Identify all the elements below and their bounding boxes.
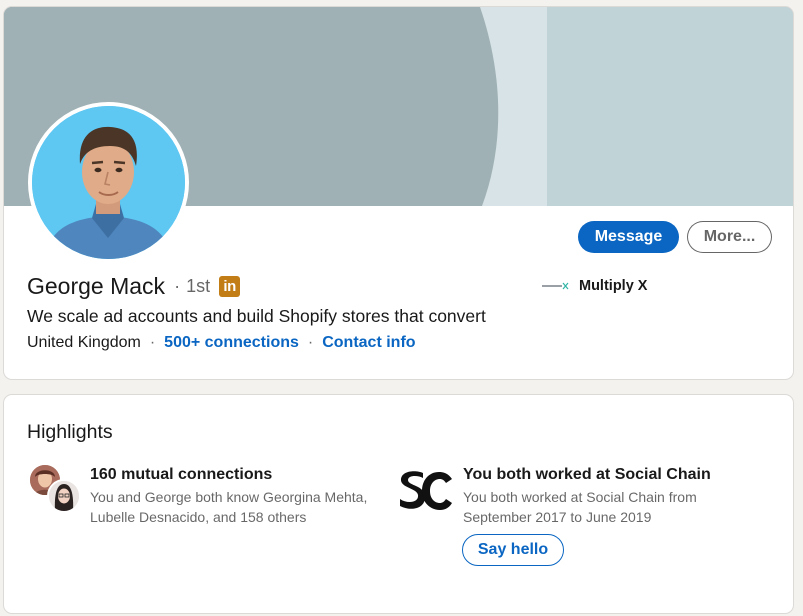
profile-name: George Mack: [27, 272, 166, 299]
linkedin-premium-icon: in: [219, 275, 241, 297]
company-logo: [541, 279, 569, 293]
profile-meta: United Kingdom · 500+ connections · Cont…: [27, 334, 416, 352]
message-button[interactable]: Message: [578, 221, 679, 253]
highlights-card: Highlights 160 mutual connections You an…: [3, 394, 794, 614]
contact-info-link[interactable]: Contact info: [322, 334, 415, 352]
name-separator: ·: [174, 275, 181, 296]
mutual-avatars[interactable]: [28, 463, 84, 515]
highlights-title: Highlights: [27, 421, 113, 443]
profile-card: Message More... George Mack · 1st in We …: [3, 6, 794, 380]
multiply-x-logo: [542, 282, 569, 290]
connections-link[interactable]: 500+ connections: [164, 334, 299, 352]
profile-headline: We scale ad accounts and build Shopify s…: [27, 306, 486, 326]
meta-separator: ·: [149, 334, 156, 351]
avatar: [47, 479, 81, 513]
social-chain-icon: [400, 471, 452, 510]
social-chain-logo: [397, 469, 455, 513]
mutual-connections-text: You and George both know Georgina Mehta,…: [90, 489, 368, 525]
connection-degree: 1st: [186, 275, 211, 296]
mutual-connections-title[interactable]: 160 mutual connections: [90, 466, 272, 484]
company-name: Multiply X: [579, 278, 648, 294]
shared-workplace-title[interactable]: You both worked at Social Chain: [463, 466, 711, 484]
profile-avatar[interactable]: [28, 102, 189, 263]
meta-separator: ·: [307, 334, 314, 351]
profile-location: United Kingdom: [27, 334, 141, 351]
more-button[interactable]: More...: [687, 221, 772, 253]
mutual-avatar-2: [49, 481, 79, 511]
shared-workplace-text: You both worked at Social Chain from Sep…: [463, 489, 697, 525]
say-hello-button[interactable]: Say hello: [462, 534, 564, 566]
current-company[interactable]: Multiply X: [541, 278, 647, 294]
profile-actions: Message More...: [578, 221, 772, 253]
name-row: George Mack · 1st in: [27, 271, 241, 301]
avatar-illustration: [32, 106, 185, 259]
